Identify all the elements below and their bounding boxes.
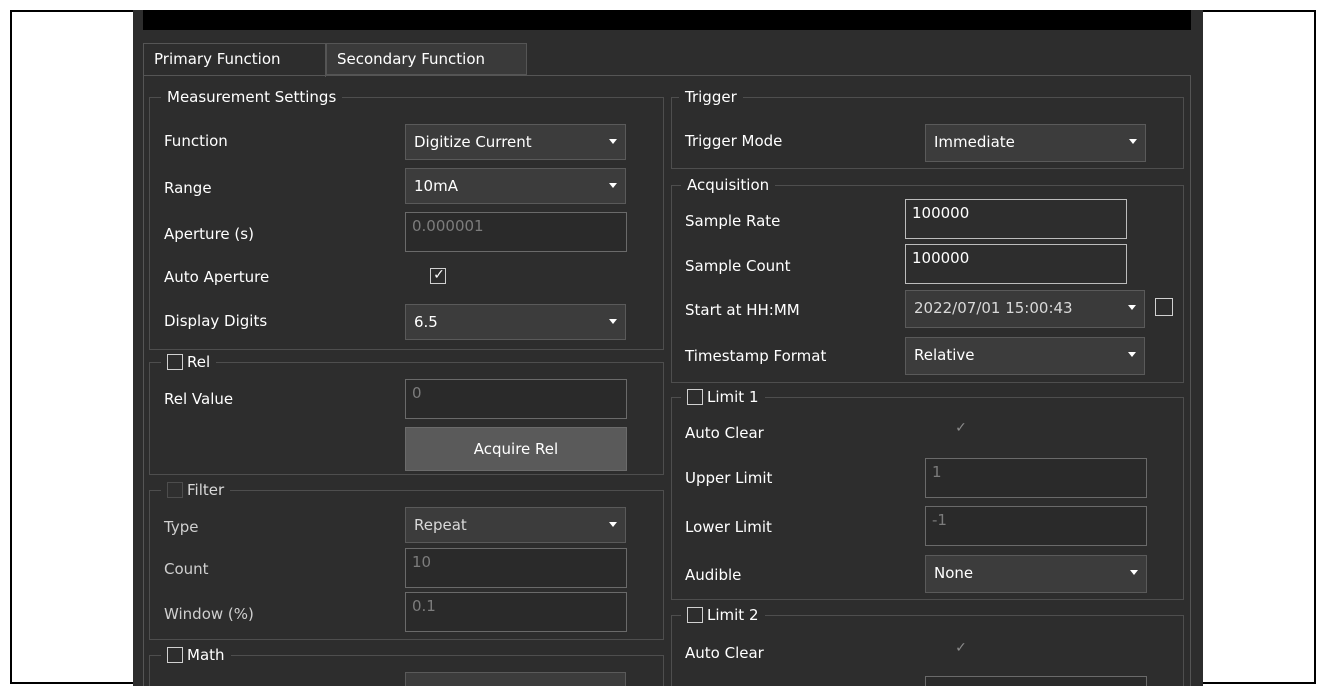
aperture-label: Aperture (s) — [164, 225, 254, 243]
timestamp-format-label: Timestamp Format — [685, 347, 827, 365]
trigger-legend: Trigger — [679, 87, 743, 107]
limit2-upper-limit-input[interactable] — [925, 676, 1147, 686]
filter-type-value: Repeat — [414, 516, 467, 534]
limit1-checkbox[interactable] — [687, 389, 703, 405]
chevron-down-icon — [609, 183, 617, 188]
start-time-checkbox[interactable] — [1155, 298, 1173, 316]
filter-checkbox[interactable] — [167, 482, 183, 498]
chevron-down-icon — [1129, 139, 1137, 144]
chevron-down-icon — [1128, 305, 1136, 310]
upper-limit-input[interactable]: 1 — [925, 458, 1147, 498]
limit2-auto-clear-label: Auto Clear — [685, 644, 764, 662]
limit2-checkbox[interactable] — [687, 607, 703, 623]
range-value: 10mA — [414, 177, 458, 195]
limit1-auto-clear-checkbox[interactable]: ✓ — [953, 420, 969, 438]
aperture-input[interactable]: 0.000001 — [405, 212, 627, 252]
tab-primary-function[interactable]: Primary Function — [143, 43, 326, 77]
display-digits-value: 6.5 — [414, 313, 438, 331]
checkmark-icon: ✓ — [433, 267, 445, 283]
range-label: Range — [164, 179, 212, 197]
display-digits-label: Display Digits — [164, 312, 268, 330]
sample-count-input[interactable]: 100000 — [905, 244, 1127, 284]
tab-secondary-function[interactable]: Secondary Function — [326, 43, 527, 75]
limit1-legend-label: Limit 1 — [707, 388, 759, 406]
measurement-settings-legend: Measurement Settings — [161, 87, 343, 107]
filter-type-label: Type — [164, 518, 199, 536]
math-checkbox[interactable] — [167, 647, 183, 663]
auto-aperture-label: Auto Aperture — [164, 268, 270, 286]
start-time-value: 2022/07/01 15:00:43 — [914, 299, 1073, 317]
filter-legend-label: Filter — [187, 481, 225, 499]
display-area — [143, 10, 1191, 30]
start-time-picker[interactable]: 2022/07/01 15:00:43 — [905, 290, 1145, 328]
filter-window-label: Window (%) — [164, 605, 254, 623]
acquire-rel-button[interactable]: Acquire Rel — [405, 427, 627, 471]
audible-dropdown[interactable]: None — [925, 555, 1147, 593]
range-dropdown[interactable]: 10mA — [405, 168, 626, 204]
math-dropdown[interactable] — [405, 672, 626, 686]
function-label: Function — [164, 132, 228, 150]
filter-count-input[interactable]: 10 — [405, 548, 627, 588]
rel-value-label: Rel Value — [164, 390, 234, 408]
rel-legend-label: Rel — [187, 353, 211, 371]
display-digits-dropdown[interactable]: 6.5 — [405, 304, 626, 340]
math-legend: Math — [161, 645, 231, 665]
start-time-label: Start at HH:MM — [685, 301, 800, 319]
rel-legend: Rel — [161, 352, 217, 372]
audible-label: Audible — [685, 566, 742, 584]
filter-legend: Filter — [161, 480, 231, 500]
math-legend-label: Math — [187, 646, 225, 664]
function-dropdown[interactable]: Digitize Current — [405, 124, 626, 160]
filter-type-dropdown[interactable]: Repeat — [405, 507, 626, 543]
chevron-down-icon — [609, 522, 617, 527]
sample-count-label: Sample Count — [685, 257, 791, 275]
trigger-mode-value: Immediate — [934, 133, 1015, 151]
app-window: Secondary Function Primary Function Meas… — [133, 10, 1203, 686]
trigger-mode-dropdown[interactable]: Immediate — [925, 124, 1146, 162]
timestamp-format-dropdown[interactable]: Relative — [905, 337, 1145, 375]
chevron-down-icon — [609, 319, 617, 324]
checkmark-icon: ✓ — [955, 420, 967, 436]
filter-count-label: Count — [164, 560, 209, 578]
chevron-down-icon — [1128, 352, 1136, 357]
audible-value: None — [934, 564, 974, 582]
limit2-auto-clear-checkbox[interactable]: ✓ — [953, 640, 969, 658]
lower-limit-label: Lower Limit — [685, 518, 772, 536]
rel-value-input[interactable]: 0 — [405, 379, 627, 419]
chevron-down-icon — [1130, 570, 1138, 575]
auto-aperture-checkbox[interactable]: ✓ — [430, 267, 446, 284]
limit2-legend-label: Limit 2 — [707, 606, 759, 624]
function-value: Digitize Current — [414, 133, 532, 151]
timestamp-format-value: Relative — [914, 346, 975, 364]
limit2-legend: Limit 2 — [681, 605, 765, 625]
rel-checkbox[interactable] — [167, 354, 183, 370]
acquisition-legend: Acquisition — [681, 175, 776, 195]
sample-rate-label: Sample Rate — [685, 212, 781, 230]
limit1-auto-clear-label: Auto Clear — [685, 424, 764, 442]
filter-window-input[interactable]: 0.1 — [405, 592, 627, 632]
chevron-down-icon — [609, 139, 617, 144]
sample-rate-input[interactable]: 100000 — [905, 199, 1127, 239]
upper-limit-label: Upper Limit — [685, 469, 773, 487]
lower-limit-input[interactable]: -1 — [925, 506, 1147, 546]
trigger-mode-label: Trigger Mode — [685, 132, 783, 150]
limit1-legend: Limit 1 — [681, 387, 765, 407]
checkmark-icon: ✓ — [955, 640, 967, 656]
